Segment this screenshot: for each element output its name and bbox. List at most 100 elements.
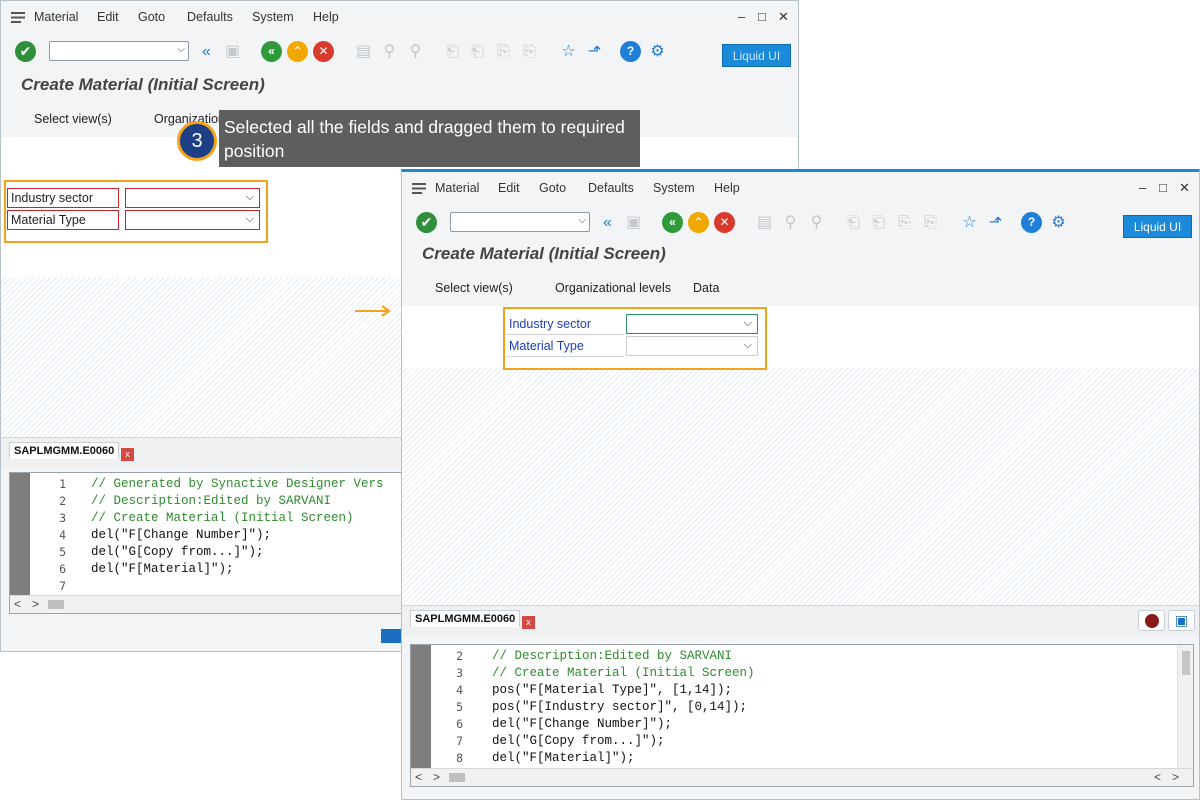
vertical-scrollbar[interactable]: [1177, 645, 1193, 768]
maximize-icon[interactable]: □: [1159, 180, 1167, 195]
record-button[interactable]: [1138, 610, 1165, 631]
back-icon[interactable]: «: [662, 212, 683, 233]
code-line[interactable]: del("G[Copy from...]");: [91, 545, 384, 562]
previous-page-icon[interactable]: ⎗: [467, 41, 488, 62]
chevron-down-icon[interactable]: ⌵: [246, 191, 254, 204]
scroll-right-icon[interactable]: >: [1172, 770, 1179, 784]
first-page-icon[interactable]: ⎗: [843, 212, 864, 233]
save-script-button[interactable]: ▣: [1168, 610, 1195, 631]
scroll-thumb[interactable]: [48, 600, 64, 609]
chevron-down-icon[interactable]: ⌵: [177, 44, 185, 55]
scroll-thumb[interactable]: [1182, 651, 1190, 675]
code-line[interactable]: pos("F[Material Type]", [1,14]);: [492, 683, 755, 700]
find-icon[interactable]: ⚲: [780, 212, 801, 233]
menu-defaults[interactable]: Defaults: [187, 10, 233, 24]
organizational-levels-button[interactable]: Organizational levels: [555, 281, 671, 295]
new-session-icon[interactable]: ☆: [558, 41, 579, 62]
command-field[interactable]: ⌵: [450, 212, 590, 232]
help-icon[interactable]: ?: [1021, 212, 1042, 233]
menu-material[interactable]: Material: [34, 10, 78, 24]
previous-page-icon[interactable]: ⎗: [868, 212, 889, 233]
menu-goto[interactable]: Goto: [138, 10, 165, 24]
enter-icon[interactable]: ✔: [15, 41, 36, 62]
chevron-down-icon[interactable]: ⌵: [578, 215, 586, 226]
menu-help[interactable]: Help: [714, 181, 740, 195]
scroll-left-icon[interactable]: <: [14, 597, 21, 611]
menu-system[interactable]: System: [252, 10, 294, 24]
print-icon[interactable]: ▤: [754, 212, 775, 233]
close-tab-icon[interactable]: x: [121, 448, 134, 461]
code-line[interactable]: // Description:Edited by SARVANI: [91, 494, 384, 511]
next-page-icon[interactable]: ⎘: [493, 41, 514, 62]
last-page-icon[interactable]: ⎘: [519, 41, 540, 62]
scroll-right-icon[interactable]: >: [32, 597, 39, 611]
settings-gear-icon[interactable]: ⚙: [1048, 212, 1069, 233]
find-next-icon[interactable]: ⚲: [806, 212, 827, 233]
new-session-icon[interactable]: ☆: [959, 212, 980, 233]
code-line[interactable]: del("F[Change Number]");: [492, 717, 755, 734]
scroll-left-icon[interactable]: <: [1154, 770, 1161, 784]
find-icon[interactable]: ⚲: [379, 41, 400, 62]
code-line[interactable]: del("F[Material]");: [91, 562, 384, 579]
scroll-thumb[interactable]: [449, 773, 465, 782]
chevron-down-icon[interactable]: ⌵: [744, 339, 752, 352]
menu-edit[interactable]: Edit: [97, 10, 119, 24]
code-line[interactable]: [91, 579, 384, 596]
save-icon[interactable]: ▣: [222, 41, 243, 62]
menu-system[interactable]: System: [653, 181, 695, 195]
material-type-dropdown[interactable]: ⌵: [125, 210, 260, 230]
select-views-button[interactable]: Select view(s): [34, 112, 112, 126]
code-line[interactable]: del("F[Change Number]");: [91, 528, 384, 545]
material-type-dropdown[interactable]: ⌵: [626, 336, 758, 356]
cancel-icon[interactable]: ✕: [714, 212, 735, 233]
first-page-icon[interactable]: ⎗: [442, 41, 463, 62]
code-line[interactable]: // Generated by Synactive Designer Vers: [91, 477, 384, 494]
shortcut-icon[interactable]: ⬏: [584, 41, 605, 62]
script-editor[interactable]: 2 3 4 5 6 7 8 // Description:Edited by S…: [410, 644, 1194, 787]
back-icon[interactable]: «: [261, 41, 282, 62]
exit-icon[interactable]: ⌃: [688, 212, 709, 233]
close-icon[interactable]: ✕: [1179, 180, 1190, 196]
tab-script-file[interactable]: SAPLMGMM.E0060: [410, 610, 521, 627]
industry-sector-dropdown[interactable]: ⌵: [626, 314, 758, 334]
print-icon[interactable]: ▤: [353, 41, 374, 62]
script-editor[interactable]: 1 2 3 4 5 6 7 // Generated by Synactive …: [9, 472, 429, 614]
close-icon[interactable]: ✕: [778, 9, 789, 25]
code-line[interactable]: del("F[Material]");: [492, 751, 755, 768]
last-page-icon[interactable]: ⎘: [920, 212, 941, 233]
find-next-icon[interactable]: ⚲: [405, 41, 426, 62]
scroll-right-icon[interactable]: >: [433, 770, 440, 784]
menu-material[interactable]: Material: [435, 181, 479, 195]
select-views-button[interactable]: Select view(s): [435, 281, 513, 295]
liquid-ui-button[interactable]: Liquid UI: [722, 44, 791, 67]
scroll-left-icon[interactable]: <: [415, 770, 422, 784]
enter-icon[interactable]: ✔: [416, 212, 437, 233]
menu-defaults[interactable]: Defaults: [588, 181, 634, 195]
menu-goto[interactable]: Goto: [539, 181, 566, 195]
code-line[interactable]: del("G[Copy from...]");: [492, 734, 755, 751]
menu-icon[interactable]: [11, 12, 25, 23]
command-field[interactable]: ⌵: [49, 41, 189, 61]
cancel-icon[interactable]: ✕: [313, 41, 334, 62]
data-button[interactable]: Data: [693, 281, 719, 295]
close-tab-icon[interactable]: x: [522, 616, 535, 629]
industry-sector-dropdown[interactable]: ⌵: [125, 188, 260, 208]
save-icon[interactable]: ▣: [623, 212, 644, 233]
code-line[interactable]: // Description:Edited by SARVANI: [492, 649, 755, 666]
shortcut-icon[interactable]: ⬏: [985, 212, 1006, 233]
help-icon[interactable]: ?: [620, 41, 641, 62]
code-line[interactable]: // Create Material (Initial Screen): [91, 511, 384, 528]
liquid-ui-button[interactable]: Liquid UI: [1123, 215, 1192, 238]
code-line[interactable]: pos("F[Industry sector]", [0,14]);: [492, 700, 755, 717]
exit-icon[interactable]: ⌃: [287, 41, 308, 62]
double-chevron-left-icon[interactable]: «: [196, 41, 217, 62]
maximize-icon[interactable]: □: [758, 9, 766, 24]
next-page-icon[interactable]: ⎘: [894, 212, 915, 233]
tab-script-file[interactable]: SAPLMGMM.E0060: [9, 442, 120, 459]
chevron-down-icon[interactable]: ⌵: [744, 317, 752, 330]
minimize-icon[interactable]: –: [1139, 180, 1146, 195]
code-line[interactable]: // Create Material (Initial Screen): [492, 666, 755, 683]
menu-icon[interactable]: [412, 183, 426, 194]
horizontal-scrollbar[interactable]: < > < >: [411, 768, 1193, 786]
menu-help[interactable]: Help: [313, 10, 339, 24]
